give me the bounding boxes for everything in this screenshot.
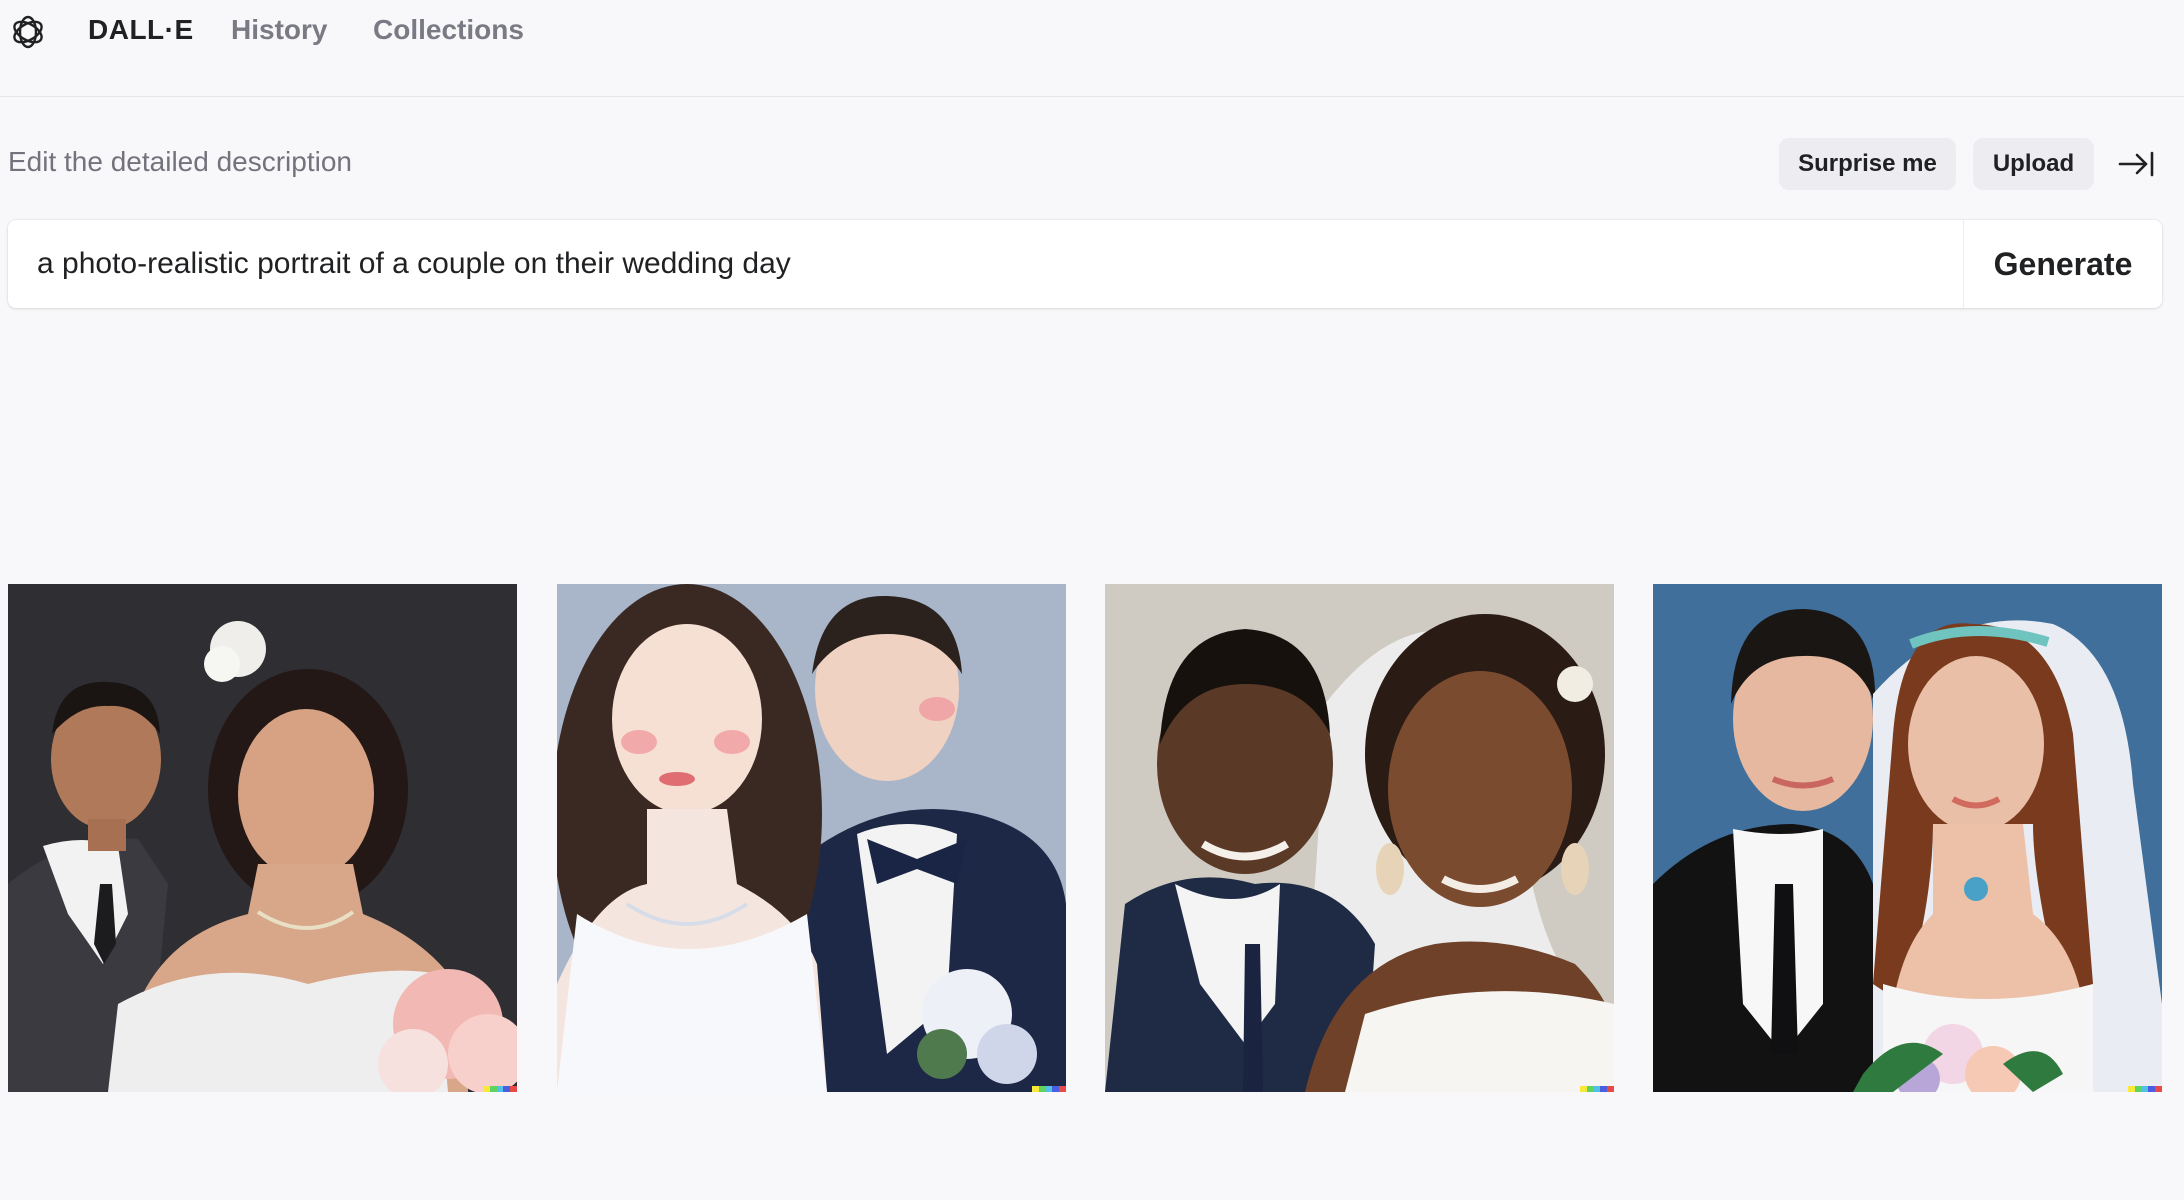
- surprise-me-button[interactable]: Surprise me: [1779, 138, 1956, 190]
- result-image-3[interactable]: [1105, 584, 1614, 1092]
- wedding-portrait-1: [8, 584, 517, 1092]
- signature-strip: [483, 1086, 517, 1092]
- signature-strip: [1032, 1086, 1066, 1092]
- result-image-4[interactable]: [1653, 584, 2162, 1092]
- signature-strip: [1580, 1086, 1614, 1092]
- prompt-box: Generate: [8, 220, 2162, 308]
- upload-button[interactable]: Upload: [1973, 138, 2094, 190]
- wedding-portrait-4: [1653, 584, 2162, 1092]
- results-grid: [8, 584, 2162, 1092]
- brand-title[interactable]: DALL·E: [88, 14, 194, 46]
- wedding-portrait-2: [557, 584, 1066, 1092]
- wedding-portrait-3: [1105, 584, 1614, 1092]
- nav-history[interactable]: History: [231, 14, 327, 46]
- openai-logo-icon[interactable]: [8, 12, 48, 52]
- generate-button[interactable]: Generate: [1964, 220, 2162, 308]
- top-navigation-bar: DALL·E History Collections: [0, 0, 2184, 97]
- prompt-label: Edit the detailed description: [8, 146, 352, 177]
- nav-collections[interactable]: Collections: [373, 14, 524, 46]
- result-image-1[interactable]: [8, 584, 517, 1092]
- collapse-right-icon[interactable]: [2116, 148, 2156, 180]
- result-image-2[interactable]: [557, 584, 1066, 1092]
- prompt-input[interactable]: [8, 220, 1963, 308]
- signature-strip: [2128, 1086, 2162, 1092]
